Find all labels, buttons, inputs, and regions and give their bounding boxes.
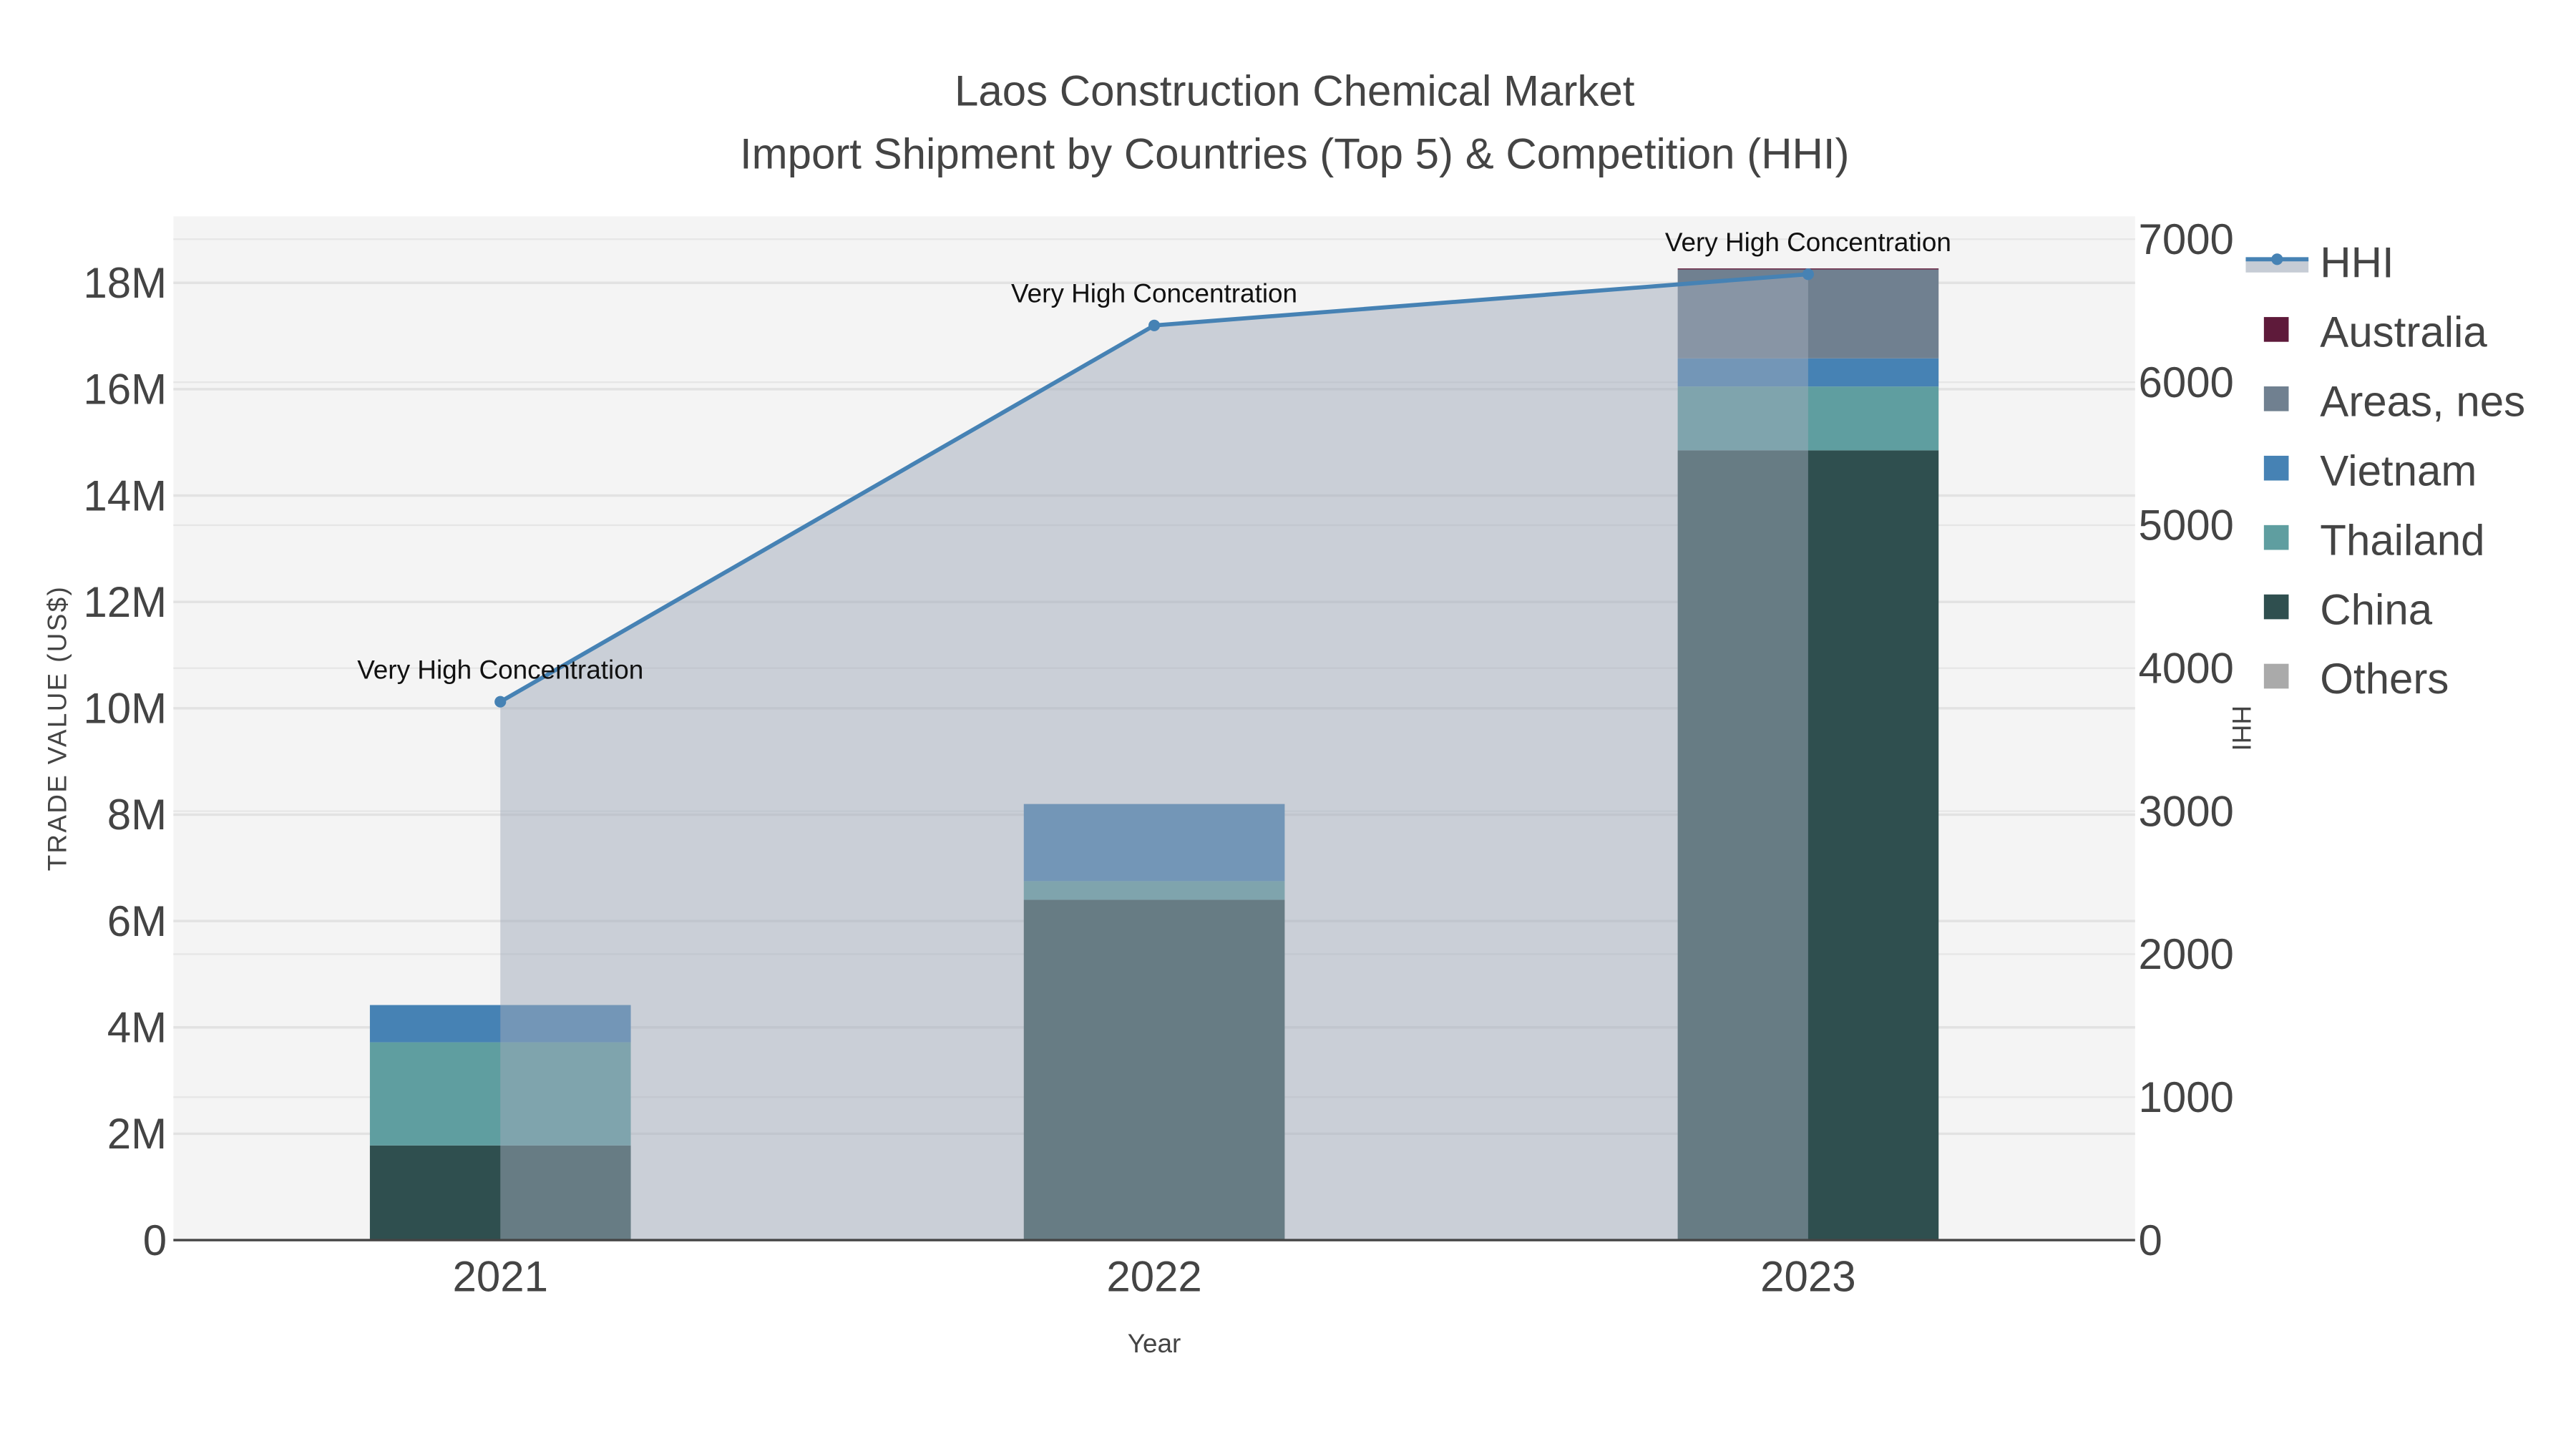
hhi-annotation: Very High Concentration [357,655,643,684]
y-tick-label: 4M [107,1004,167,1052]
hhi-point [494,696,507,708]
y2-tick-label: 2000 [2138,930,2233,978]
y-tick-label: 16M [83,366,167,414]
legend-label: Vietnam [2320,447,2477,494]
y-tick-label: 8M [107,791,167,839]
legend-swatch-areas-nes [2263,386,2289,411]
legend-swatch-china [2263,594,2289,620]
y2-tick-label: 0 [2138,1216,2162,1264]
hhi-annotation: Very High Concentration [1665,228,1951,257]
legend-swatch-vietnam [2263,455,2289,481]
x-axis-label: Year [1128,1329,1181,1358]
hhi-point [1802,268,1814,280]
y2-tick-label: 4000 [2138,645,2233,693]
legend-label: Australia [2320,308,2487,356]
y2-tick-label: 1000 [2138,1073,2233,1121]
legend-label: Others [2320,655,2449,703]
legend-label: Areas, nes [2320,378,2525,426]
legend-label: China [2320,585,2432,633]
legend-hhi-marker [2271,253,2283,265]
y-tick-label: 12M [83,578,167,626]
y2-tick-label: 7000 [2138,215,2233,263]
legend-label: Thailand [2320,516,2484,564]
chart: Laos Construction Chemical Market Import… [42,67,2525,1358]
x-tick-label: 2021 [452,1253,547,1301]
y2-axis-label: HHI [2227,706,2256,751]
y2-tick-label: 5000 [2138,502,2233,550]
y-axis-label: TRADE VALUE (US$) [42,585,72,871]
chart-title: Laos Construction Chemical Market [955,67,1635,115]
hhi-point [1148,319,1161,331]
legend: HHI Australia Areas, nes Vietnam Thailand Chi… [2245,239,2525,703]
hhi-annotation: Very High Concentration [1011,278,1297,308]
x-tick-label: 2023 [1760,1253,1855,1301]
legend-label: HHI [2320,239,2394,287]
x-tick-label: 2022 [1106,1253,1201,1301]
legend-swatch-australia [2263,317,2289,342]
y-tick-label: 6M [107,897,167,945]
y-tick-label: 2M [107,1110,167,1158]
legend-swatch-others [2263,663,2289,689]
y2-tick-label: 6000 [2138,358,2233,406]
legend-swatch-thailand [2263,525,2289,550]
y-tick-label: 14M [83,472,167,519]
y2-tick-label: 3000 [2138,787,2233,835]
chart-subtitle: Import Shipment by Countries (Top 5) & C… [740,130,1850,177]
y-tick-label: 0 [143,1216,167,1264]
y-tick-label: 18M [83,259,167,307]
y-tick-label: 10M [83,685,167,733]
